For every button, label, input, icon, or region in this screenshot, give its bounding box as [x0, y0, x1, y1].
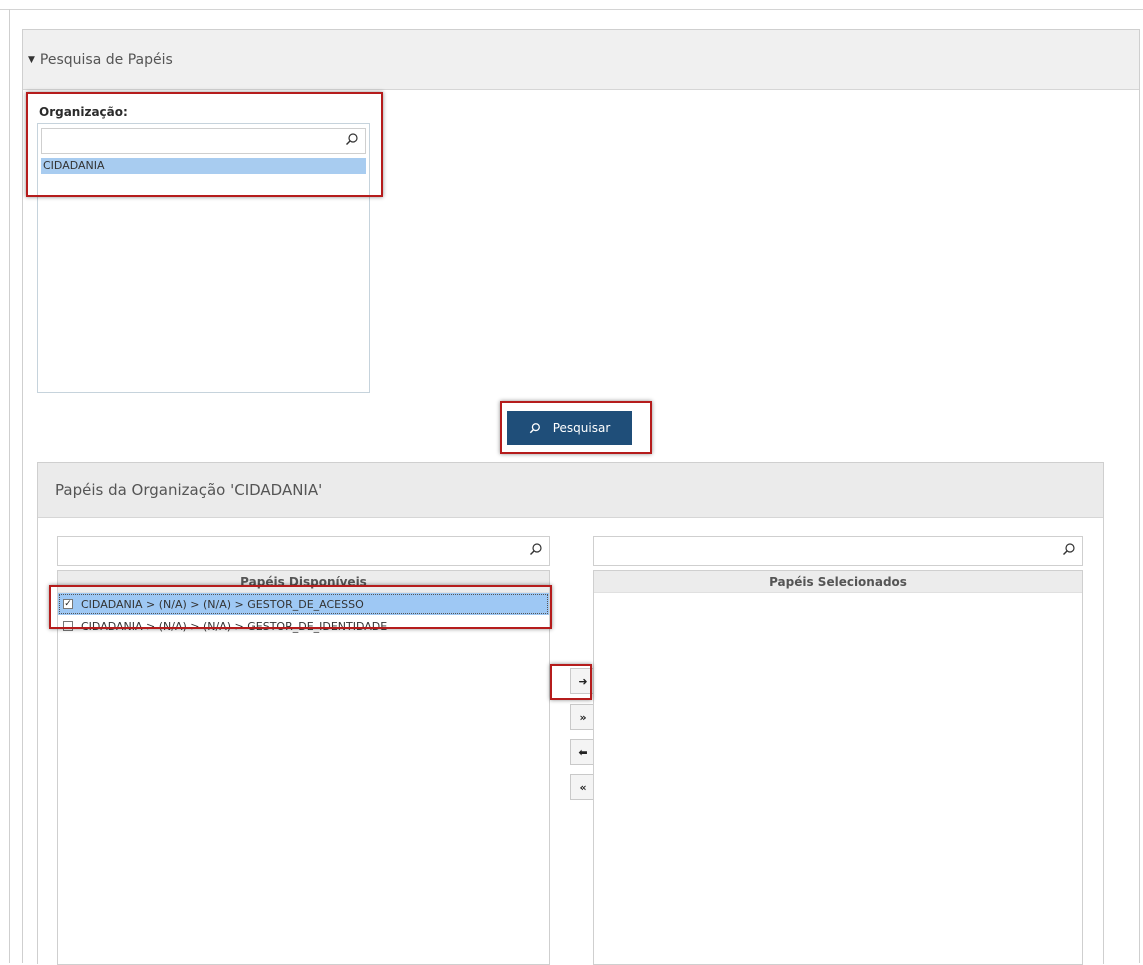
organization-listbox[interactable]: CIDADANIA [37, 123, 370, 393]
role-label: CIDADANIA > (N/A) > (N/A) > GESTOR_DE_ID… [81, 619, 388, 633]
role-label: CIDADANIA > (N/A) > (N/A) > GESTOR_DE_AC… [81, 597, 364, 611]
selected-roles-list[interactable]: Papéis Selecionados [593, 570, 1083, 965]
window-top-border [0, 9, 1143, 10]
role-row[interactable]: ✓ CIDADANIA > (N/A) > (N/A) > GESTOR_DE_… [58, 593, 549, 615]
available-roles-header: Papéis Disponíveis [58, 571, 549, 593]
checkbox-checked-icon[interactable]: ✓ [63, 599, 73, 609]
arrow-left-icon: ⬅ [578, 745, 588, 759]
role-row[interactable]: CIDADANIA > (N/A) > (N/A) > GESTOR_DE_ID… [58, 615, 549, 637]
panel-header[interactable]: ▼ Pesquisa de Papéis [23, 30, 1139, 90]
available-roles-filter-input[interactable] [57, 536, 550, 566]
organization-label: Organização: [39, 105, 128, 119]
organization-filter-input[interactable] [41, 128, 366, 154]
checkbox-icon[interactable] [63, 621, 73, 631]
arrow-right-icon: ➜ [578, 674, 588, 688]
panel-title: Pesquisa de Papéis [39, 51, 173, 68]
search-icon [346, 133, 358, 145]
search-icon [530, 543, 542, 555]
search-button-label: Pesquisar [552, 421, 611, 435]
search-icon [529, 423, 540, 434]
available-roles-list[interactable]: Papéis Disponíveis ✓ CIDADANIA > (N/A) >… [57, 570, 550, 965]
selected-roles-header: Papéis Selecionados [594, 571, 1082, 593]
caret-down-icon[interactable]: ▼ [28, 55, 35, 65]
window-left-border [9, 9, 10, 963]
organization-roles-panel: Papéis da Organização 'CIDADANIA' Papéis… [37, 462, 1104, 965]
search-roles-panel: ▼ Pesquisa de Papéis Organização: CIDADA… [22, 29, 1140, 965]
double-arrow-right-icon: » [579, 710, 587, 724]
search-icon [1063, 543, 1075, 555]
organization-item[interactable]: CIDADANIA [41, 158, 366, 174]
double-arrow-left-icon: « [579, 780, 587, 794]
selected-roles-filter-input[interactable] [593, 536, 1083, 566]
search-button[interactable]: Pesquisar [507, 411, 632, 445]
roles-panel-title: Papéis da Organização 'CIDADANIA' [38, 463, 1103, 518]
